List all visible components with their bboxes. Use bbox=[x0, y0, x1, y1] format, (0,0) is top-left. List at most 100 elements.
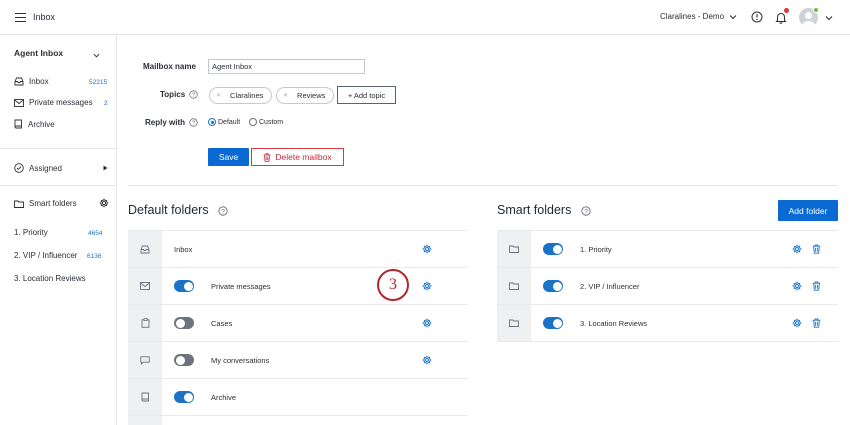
folder-toggle[interactable] bbox=[174, 354, 194, 366]
reply-with-label: Reply with bbox=[145, 118, 186, 127]
smart-folder-item[interactable]: 2. VIP / Influencer bbox=[14, 251, 77, 260]
gear-icon[interactable] bbox=[99, 198, 109, 208]
count-badge: 6136 bbox=[87, 253, 102, 260]
trash-icon[interactable] bbox=[812, 281, 821, 291]
folder-toggle[interactable] bbox=[174, 317, 194, 329]
folder-icon bbox=[14, 200, 24, 208]
gear-icon[interactable] bbox=[422, 244, 432, 254]
folder-name: Cases bbox=[211, 319, 233, 328]
folder-name: Private messages bbox=[211, 282, 271, 291]
hamburger-menu-icon[interactable] bbox=[15, 13, 26, 23]
sidebar-item-assigned[interactable]: Assigned bbox=[14, 163, 62, 173]
gear-icon[interactable] bbox=[792, 318, 802, 328]
help-icon[interactable]: ? bbox=[581, 206, 591, 216]
table-row: Inbox bbox=[128, 231, 468, 268]
gear-icon[interactable] bbox=[422, 281, 432, 291]
folder-name: 3. Location Reviews bbox=[580, 319, 648, 328]
table-row: Private messages bbox=[128, 268, 468, 305]
folder-toggle[interactable] bbox=[543, 243, 563, 255]
gear-icon[interactable] bbox=[422, 318, 432, 328]
sidebar-item-label: Private messages bbox=[29, 98, 93, 107]
mailbox-name-label: Mailbox name bbox=[143, 62, 196, 71]
sidebar: Agent Inbox Inbox 52215 Private messages… bbox=[0, 35, 117, 425]
add-folder-button[interactable]: Add folder bbox=[778, 200, 838, 221]
radio-default[interactable] bbox=[208, 118, 216, 126]
chevron-down-icon[interactable] bbox=[729, 13, 737, 21]
topic-chip-label: Reviews bbox=[297, 91, 326, 100]
divider bbox=[128, 185, 838, 186]
table-row: 1. Priority bbox=[497, 231, 838, 268]
caret-right-icon[interactable] bbox=[103, 165, 108, 171]
radio-label: Default bbox=[218, 119, 241, 126]
delete-mailbox-button[interactable]: Delete mailbox bbox=[251, 148, 344, 166]
table-row: 3. Location Reviews bbox=[497, 305, 838, 342]
clipboard-icon bbox=[141, 318, 149, 328]
trash-icon[interactable] bbox=[812, 318, 821, 328]
smart-folder-item[interactable]: 3. Location Reviews bbox=[14, 274, 86, 283]
radio-label: Custom bbox=[259, 119, 284, 126]
top-bar: Inbox Claralines - Demo bbox=[0, 0, 850, 35]
table-row bbox=[128, 416, 468, 425]
topics-label: Topics bbox=[160, 90, 186, 99]
default-folders-table: Inbox Private messages Cases My conversa… bbox=[128, 230, 468, 425]
chevron-down-icon[interactable] bbox=[825, 14, 833, 22]
sidebar-heading[interactable]: Agent Inbox bbox=[14, 48, 63, 58]
gear-icon[interactable] bbox=[792, 281, 802, 291]
smart-folders-table: 1. Priority 2. VIP / Influencer 3. Locat… bbox=[497, 230, 838, 342]
folder-name: Inbox bbox=[174, 245, 193, 254]
check-circle-icon bbox=[14, 163, 24, 173]
divider bbox=[0, 148, 116, 149]
add-topic-button[interactable]: + Add topic bbox=[337, 86, 396, 104]
table-row: My conversations bbox=[128, 342, 468, 379]
folder-toggle[interactable] bbox=[543, 317, 563, 329]
inbox-icon bbox=[140, 245, 150, 253]
envelope-icon bbox=[14, 98, 24, 107]
folder-toggle[interactable] bbox=[543, 280, 563, 292]
help-icon[interactable] bbox=[751, 11, 763, 23]
smart-folders-title: Smart folders bbox=[497, 203, 572, 217]
chevron-down-icon[interactable] bbox=[93, 52, 100, 59]
sidebar-item-label: Assigned bbox=[29, 163, 62, 173]
radio-custom[interactable] bbox=[249, 118, 257, 126]
help-icon[interactable]: ? bbox=[218, 206, 228, 216]
sidebar-item-label: Inbox bbox=[29, 77, 49, 86]
sidebar-item-archive[interactable]: Archive bbox=[14, 119, 55, 129]
brand-switcher[interactable]: Claralines - Demo bbox=[660, 12, 724, 21]
table-row: Archive bbox=[128, 379, 468, 416]
book-icon bbox=[14, 119, 22, 129]
notification-badge bbox=[784, 8, 789, 13]
remove-chip-icon[interactable]: ✕ bbox=[283, 92, 288, 99]
step-number-marker: 3 bbox=[377, 269, 409, 301]
mailbox-name-input[interactable] bbox=[208, 59, 365, 74]
trash-icon[interactable] bbox=[812, 244, 821, 254]
smart-folder-item[interactable]: 1. Priority bbox=[14, 228, 48, 237]
page-title: Inbox bbox=[33, 12, 56, 22]
folder-name: Archive bbox=[211, 393, 237, 402]
sidebar-item-private-messages[interactable]: Private messages bbox=[14, 98, 93, 107]
gear-icon[interactable] bbox=[422, 355, 432, 365]
save-button[interactable]: Save bbox=[208, 148, 249, 166]
folder-name: 1. Priority bbox=[580, 245, 612, 254]
help-icon[interactable]: ? bbox=[189, 118, 198, 127]
chat-icon bbox=[140, 355, 150, 365]
folder-toggle[interactable] bbox=[174, 280, 194, 292]
svg-text:?: ? bbox=[584, 208, 588, 215]
topic-chip-label: Claralines bbox=[230, 91, 264, 100]
count-badge: 4654 bbox=[88, 230, 103, 237]
topic-chip[interactable]: ✕ Claralines bbox=[209, 87, 273, 104]
remove-chip-icon[interactable]: ✕ bbox=[216, 92, 221, 99]
sidebar-item-inbox[interactable]: Inbox bbox=[14, 77, 49, 86]
help-icon[interactable]: ? bbox=[189, 90, 198, 99]
topic-chip[interactable]: ✕ Reviews bbox=[276, 87, 335, 104]
delete-mailbox-label: Delete mailbox bbox=[275, 152, 332, 162]
divider bbox=[0, 185, 116, 186]
folder-icon bbox=[509, 319, 519, 327]
sidebar-item-smart-folders[interactable]: Smart folders bbox=[14, 199, 77, 208]
folder-icon bbox=[509, 282, 519, 290]
trash-icon bbox=[263, 152, 271, 162]
folder-toggle[interactable] bbox=[174, 391, 194, 403]
table-row: Cases bbox=[128, 305, 468, 342]
gear-icon[interactable] bbox=[792, 244, 802, 254]
sidebar-item-label: Archive bbox=[28, 119, 55, 129]
count-badge: 52215 bbox=[89, 79, 108, 86]
